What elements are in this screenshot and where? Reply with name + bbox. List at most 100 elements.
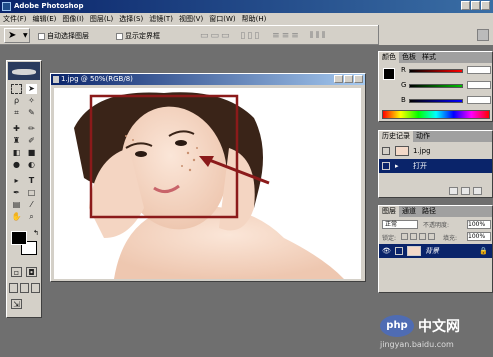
brush-link-icon[interactable]	[395, 247, 403, 255]
tool-preset-picker[interactable]: ➤ ▼	[4, 28, 30, 43]
menu-view[interactable]: 视图(V)	[176, 13, 206, 25]
image-canvas[interactable]	[54, 88, 361, 279]
align-top-icon[interactable]: ▭	[200, 31, 211, 41]
bounding-box-option[interactable]: 显示定界框	[116, 31, 160, 41]
palette-well-icon[interactable]	[477, 29, 489, 41]
lock-image-icon[interactable]	[410, 233, 417, 240]
menu-window[interactable]: 窗口(W)	[206, 13, 238, 25]
magic-wand-icon[interactable]: ✧	[26, 96, 37, 106]
menu-edit[interactable]: 编辑(E)	[30, 13, 60, 25]
align-bottom-icon[interactable]: ▭	[221, 31, 232, 41]
opacity-input[interactable]: 100%	[467, 220, 491, 229]
fill-input[interactable]: 100%	[467, 232, 491, 241]
move-tool-icon[interactable]: ➤	[26, 84, 37, 94]
maximize-icon[interactable]	[471, 1, 480, 10]
dodge-tool-icon[interactable]: ◐	[26, 160, 37, 170]
menu-filter[interactable]: 滤镜(T)	[146, 13, 176, 25]
distribute-vcenter-icon[interactable]: ≡	[282, 31, 292, 41]
standard-mode-icon[interactable]: ▫	[11, 267, 22, 277]
jump-to-imageready-icon[interactable]: ⇲	[11, 299, 22, 309]
tab-actions[interactable]: 动作	[413, 131, 433, 142]
lock-transparent-icon[interactable]	[401, 233, 408, 240]
tab-channels[interactable]: 通道	[399, 206, 419, 217]
eraser-tool-icon[interactable]: ◧	[11, 148, 22, 158]
foreground-color-swatch[interactable]	[11, 231, 27, 245]
menu-file[interactable]: 文件(F)	[0, 13, 30, 25]
channel-r-value[interactable]	[467, 66, 491, 74]
clone-stamp-icon[interactable]: ♜	[11, 136, 22, 146]
auto-select-checkbox[interactable]	[38, 32, 45, 40]
brush-tool-icon[interactable]: ✏	[26, 124, 37, 134]
quick-mask-icon[interactable]: ◘	[26, 267, 37, 277]
distribute-bottom-icon[interactable]: ≡	[291, 31, 301, 41]
lock-position-icon[interactable]	[419, 233, 426, 240]
close-icon[interactable]	[481, 1, 490, 10]
zoom-tool-icon[interactable]: ⌕	[26, 212, 37, 222]
screen-mode-full-icon[interactable]	[31, 283, 40, 293]
document-window[interactable]: 1.jpg @ 50%(RGB/8)	[50, 73, 366, 282]
blur-tool-icon[interactable]: ●	[11, 160, 22, 170]
document-title-bar[interactable]: 1.jpg @ 50%(RGB/8)	[51, 74, 365, 85]
layer-row-background[interactable]: 👁 背景 🔒	[379, 244, 492, 258]
lasso-tool-icon[interactable]: ρ	[11, 96, 22, 106]
doc-maximize-icon[interactable]	[344, 75, 353, 83]
history-brush-source-icon[interactable]	[382, 147, 390, 155]
history-brush-source-icon[interactable]	[382, 162, 390, 170]
shape-tool-icon[interactable]: □	[26, 188, 37, 198]
channel-g-slider[interactable]	[409, 84, 463, 88]
color-fg-swatch[interactable]	[383, 68, 395, 80]
watermark: php 中文网 jingyan.baidu.com	[378, 315, 490, 351]
menu-image[interactable]: 图像(I)	[59, 13, 87, 25]
gradient-tool-icon[interactable]: ■	[26, 148, 37, 158]
menu-layer[interactable]: 图层(L)	[87, 13, 116, 25]
lock-all-icon[interactable]	[428, 233, 435, 240]
menu-select[interactable]: 选择(S)	[116, 13, 146, 25]
eyedropper-icon[interactable]: ⁄	[26, 200, 37, 210]
bounding-box-checkbox[interactable]	[116, 32, 123, 40]
history-state-row[interactable]: ▸ 打开	[379, 159, 492, 173]
hand-tool-icon[interactable]: ✋	[11, 212, 22, 222]
new-document-from-state-icon[interactable]	[449, 187, 458, 195]
doc-minimize-icon[interactable]	[334, 75, 343, 83]
fill-label: 填充:	[443, 235, 458, 242]
align-right-icon[interactable]: ▯	[254, 31, 261, 41]
slice-tool-icon[interactable]: ✎	[26, 108, 37, 118]
align-vcenter-icon[interactable]: ▭	[211, 31, 222, 41]
window-controls[interactable]	[461, 1, 491, 11]
path-select-icon[interactable]: ▸	[11, 176, 22, 186]
tab-history[interactable]: 历史记录	[379, 131, 413, 142]
tab-color[interactable]: 颜色	[379, 52, 399, 63]
marquee-tool-icon[interactable]	[11, 84, 22, 94]
screen-mode-standard-icon[interactable]	[9, 283, 18, 293]
tab-layers[interactable]: 图层	[379, 206, 399, 217]
channel-g-value[interactable]	[467, 81, 491, 89]
distribute-top-icon[interactable]: ≡	[272, 31, 282, 41]
swap-colors-icon[interactable]: ↰	[33, 229, 39, 237]
tab-swatches[interactable]: 色板	[399, 52, 419, 63]
type-tool-icon[interactable]: T	[26, 176, 37, 186]
tab-paths[interactable]: 路径	[419, 206, 439, 217]
delete-state-icon[interactable]	[473, 187, 482, 195]
crop-tool-icon[interactable]: ⌗	[11, 108, 22, 118]
channel-b-slider[interactable]	[409, 99, 463, 103]
chevron-down-icon: ▼	[23, 32, 28, 39]
channel-r-slider[interactable]	[409, 69, 463, 73]
pen-tool-icon[interactable]: ✒	[11, 188, 22, 198]
minimize-icon[interactable]	[461, 1, 470, 10]
menu-help[interactable]: 帮助(H)	[239, 13, 270, 25]
tab-styles[interactable]: 样式	[419, 52, 439, 63]
screen-mode-full-menu-icon[interactable]	[20, 283, 29, 293]
history-brush-icon[interactable]: ✐	[26, 136, 37, 146]
blend-mode-select[interactable]: 正常	[382, 220, 418, 229]
doc-close-icon[interactable]	[354, 75, 363, 83]
new-snapshot-icon[interactable]	[461, 187, 470, 195]
auto-select-option[interactable]: 自动选择图层	[38, 31, 89, 41]
color-spectrum-bar[interactable]	[382, 110, 490, 119]
healing-brush-icon[interactable]: ✚	[11, 124, 22, 134]
align-buttons[interactable]: ▭▭▭ ▯▯▯ ≡≡≡ ⦀⦀⦀	[200, 31, 328, 41]
history-snapshot-row[interactable]: 1.jpg	[379, 144, 492, 158]
distribute-right-icon[interactable]: ⦀	[322, 31, 328, 41]
notes-tool-icon[interactable]: ▤	[11, 200, 22, 210]
channel-b-value[interactable]	[467, 96, 491, 104]
eye-icon[interactable]: 👁	[382, 244, 391, 258]
